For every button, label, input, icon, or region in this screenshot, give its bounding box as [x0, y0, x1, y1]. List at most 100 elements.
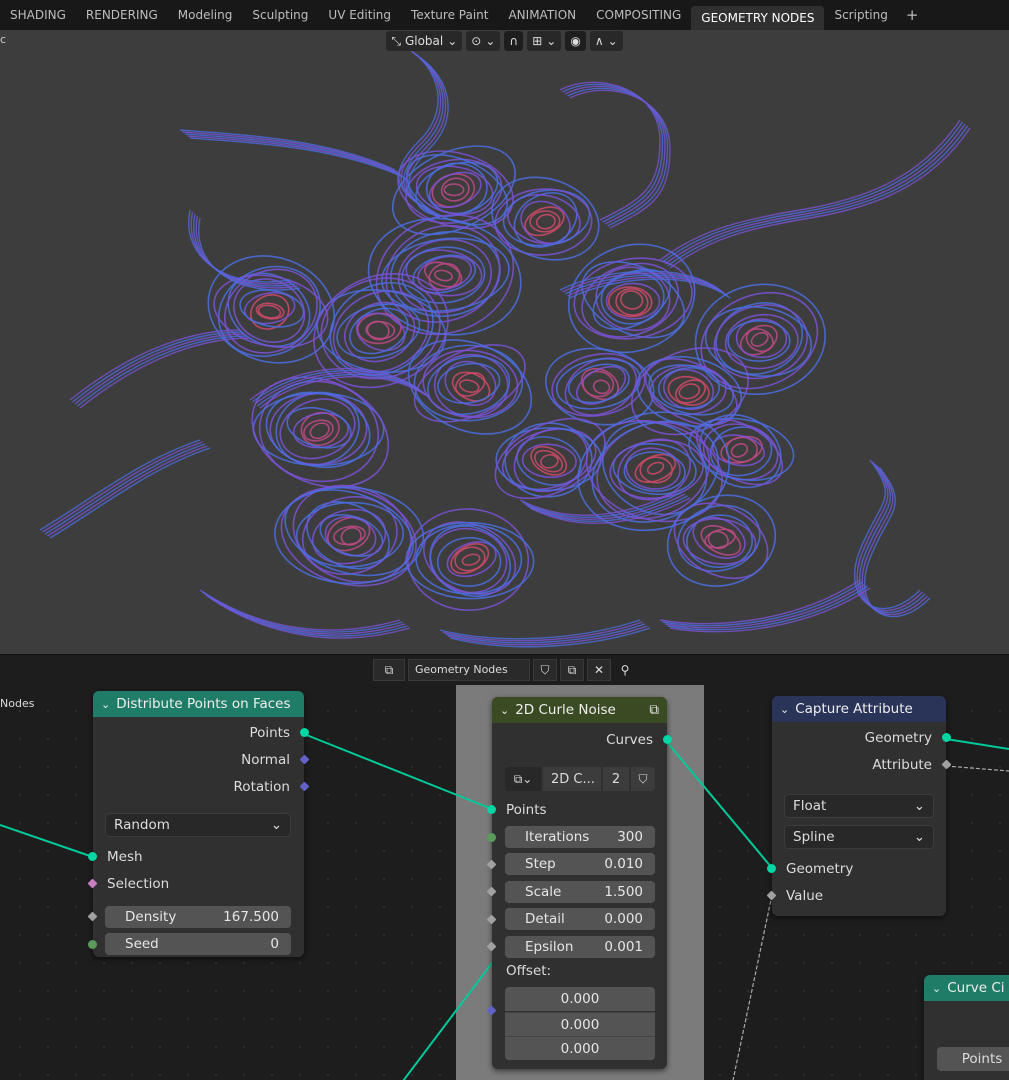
chevron-down-icon: ⌄ [607, 34, 618, 48]
offset-z-field[interactable]: 0.000 [505, 1036, 655, 1060]
magnet-icon: ∩ [509, 34, 519, 48]
field-value: 300 [617, 829, 643, 845]
field-value: 167.500 [223, 909, 279, 925]
scale-field[interactable]: Scale 1.500 [505, 881, 655, 903]
chevron-down-icon: ⌄ [270, 817, 282, 833]
offset-label: Offset: [506, 963, 552, 979]
chevron-down-icon: ⌄ [913, 829, 925, 845]
node-tree-icon: ⧉ [384, 662, 394, 677]
offset-y-field[interactable]: 0.000 [505, 1012, 655, 1036]
socket-label: Points [249, 724, 290, 741]
collapse-chevron-icon[interactable]: ⌄ [500, 704, 509, 717]
geometry-socket[interactable] [942, 733, 951, 742]
pivot-icon: ⊙ [471, 34, 482, 48]
distribute-points-on-faces-node[interactable]: ⌄ Distribute Points on Faces Points Norm… [87, 691, 310, 957]
add-workspace-button[interactable]: + [898, 6, 927, 24]
workspace-tab-bar: SHADING RENDERING Modeling Sculpting UV … [0, 0, 1009, 30]
proportional-edit-icon: ◉ [570, 34, 581, 48]
pivot-point-dropdown[interactable]: ⊙ ⌄ [466, 31, 501, 51]
pin-button[interactable]: ⚲ [614, 660, 636, 680]
transform-orientation-dropdown[interactable]: ⤡ Global ⌄ [386, 31, 463, 51]
tab-uv-editing[interactable]: UV Editing [318, 0, 401, 30]
geometry-socket[interactable] [487, 805, 496, 814]
iterations-field[interactable]: Iterations 300 [505, 826, 655, 848]
close-icon: ✕ [593, 663, 605, 677]
3d-viewport[interactable]: c ⤡ Global ⌄ ⊙ ⌄ ∩ ⊞ ⌄ ◉ ∧ ⌄ [0, 30, 1009, 654]
detail-field[interactable]: Detail 0.000 [505, 908, 655, 930]
fake-user-button[interactable]: ⛉ [631, 767, 655, 791]
node-tree-browse-button[interactable]: ⧉ [373, 659, 405, 681]
tab-shading[interactable]: SHADING [0, 0, 76, 30]
distribute-method-dropdown[interactable]: Random ⌄ [105, 813, 291, 837]
collapse-chevron-icon[interactable]: ⌄ [780, 703, 789, 716]
dropdown-value: Spline [793, 829, 835, 845]
mode-points-button[interactable]: Points [937, 1047, 1009, 1071]
geometry-socket[interactable] [88, 852, 97, 861]
group-name-field[interactable]: 2D C... [543, 767, 601, 791]
proportional-edit-toggle[interactable]: ◉ [565, 31, 586, 51]
chevron-down-icon: ⌄ [913, 798, 925, 814]
node-tree-name-field[interactable]: Geometry Nodes [408, 659, 530, 681]
output-points: Points [93, 719, 309, 746]
duplicate-tree-button[interactable]: ⧉ [560, 659, 584, 681]
flow-tendril [195, 215, 298, 289]
curl-noise-group-node[interactable]: ⌄ 2D Curle Noise ⧉ Curves ⧉⌄ 2D C... 2 ⛉… [486, 697, 672, 1069]
chevron-down-icon: ⌄ [447, 34, 458, 48]
tab-rendering[interactable]: RENDERING [76, 0, 168, 30]
tab-compositing[interactable]: COMPOSITING [586, 0, 691, 30]
flow-tendril [188, 209, 291, 283]
geometry-socket[interactable] [663, 735, 672, 744]
epsilon-field[interactable]: Epsilon 0.001 [505, 936, 655, 958]
snap-toggle[interactable]: ∩ [504, 31, 524, 51]
node-header[interactable]: ⌄ 2D Curle Noise ⧉ [492, 697, 667, 723]
node-editor-header: ⧉ Geometry Nodes ⛉ ⧉ ✕ ⚲ [0, 654, 1009, 685]
node-header[interactable]: ⌄ Distribute Points on Faces [93, 691, 304, 717]
geometry-socket[interactable] [767, 864, 776, 873]
collapse-chevron-icon[interactable]: ⌄ [101, 698, 110, 711]
field-label: Step [525, 856, 556, 872]
collapse-chevron-icon[interactable]: ⌄ [932, 982, 941, 995]
node-header[interactable]: ⌄ Curve Ci [924, 975, 1009, 1001]
shield-icon: ⛉ [638, 771, 648, 786]
group-user-count[interactable]: 2 [603, 767, 629, 791]
domain-dropdown[interactable]: Spline ⌄ [784, 825, 934, 849]
int-socket[interactable] [88, 940, 97, 949]
curve-circle-node[interactable]: ⌄ Curve Ci Points [924, 975, 1009, 1080]
input-points: Points [487, 796, 681, 823]
data-type-dropdown[interactable]: Float ⌄ [784, 794, 934, 818]
flow-tendril [190, 211, 293, 285]
copy-icon: ⧉ [567, 662, 577, 677]
snap-increment-icon: ⊞ [532, 34, 543, 48]
vortex-swirl [544, 347, 655, 426]
offset-x-field[interactable]: 0.000 [505, 987, 655, 1011]
group-datablock-selector: ⧉⌄ 2D C... 2 ⛉ [505, 767, 655, 791]
input-mesh: Mesh [88, 843, 318, 870]
node-title: Curve Ci [947, 980, 1005, 996]
tab-geometry-nodes[interactable]: GEOMETRY NODES [691, 6, 825, 30]
int-socket[interactable] [487, 833, 496, 842]
geometry-socket[interactable] [300, 728, 309, 737]
snap-target-dropdown[interactable]: ⊞ ⌄ [527, 31, 562, 51]
orientation-axes-icon: ⤡ [391, 33, 401, 48]
socket-label: Curves [606, 731, 653, 748]
fake-user-button[interactable]: ⛉ [533, 659, 557, 681]
link-input-to-mesh [0, 824, 94, 858]
step-field[interactable]: Step 0.010 [505, 853, 655, 875]
flow-tendril [77, 335, 248, 407]
tab-scripting[interactable]: Scripting [824, 0, 897, 30]
group-browse-button[interactable]: ⧉⌄ [505, 767, 541, 791]
unlink-tree-button[interactable]: ✕ [587, 659, 611, 681]
node-header[interactable]: ⌄ Capture Attribute [772, 696, 946, 722]
capture-attribute-node[interactable]: ⌄ Capture Attribute Geometry Attribute F… [766, 696, 952, 916]
flow-tendril [667, 125, 969, 267]
tab-sculpting[interactable]: Sculpting [242, 0, 318, 30]
tab-modeling[interactable]: Modeling [168, 0, 243, 30]
output-rotation: Rotation [93, 773, 310, 800]
falloff-dropdown[interactable]: ∧ ⌄ [589, 31, 623, 51]
tab-animation[interactable]: ANIMATION [498, 0, 586, 30]
density-field[interactable]: Density 167.500 [105, 906, 291, 928]
output-geometry: Geometry [772, 724, 951, 751]
seed-field[interactable]: Seed 0 [105, 933, 291, 955]
tab-texture-paint[interactable]: Texture Paint [401, 0, 498, 30]
node-editor-canvas[interactable]: Nodes ⌄ Distribute Points on Faces Point… [0, 685, 1009, 1080]
